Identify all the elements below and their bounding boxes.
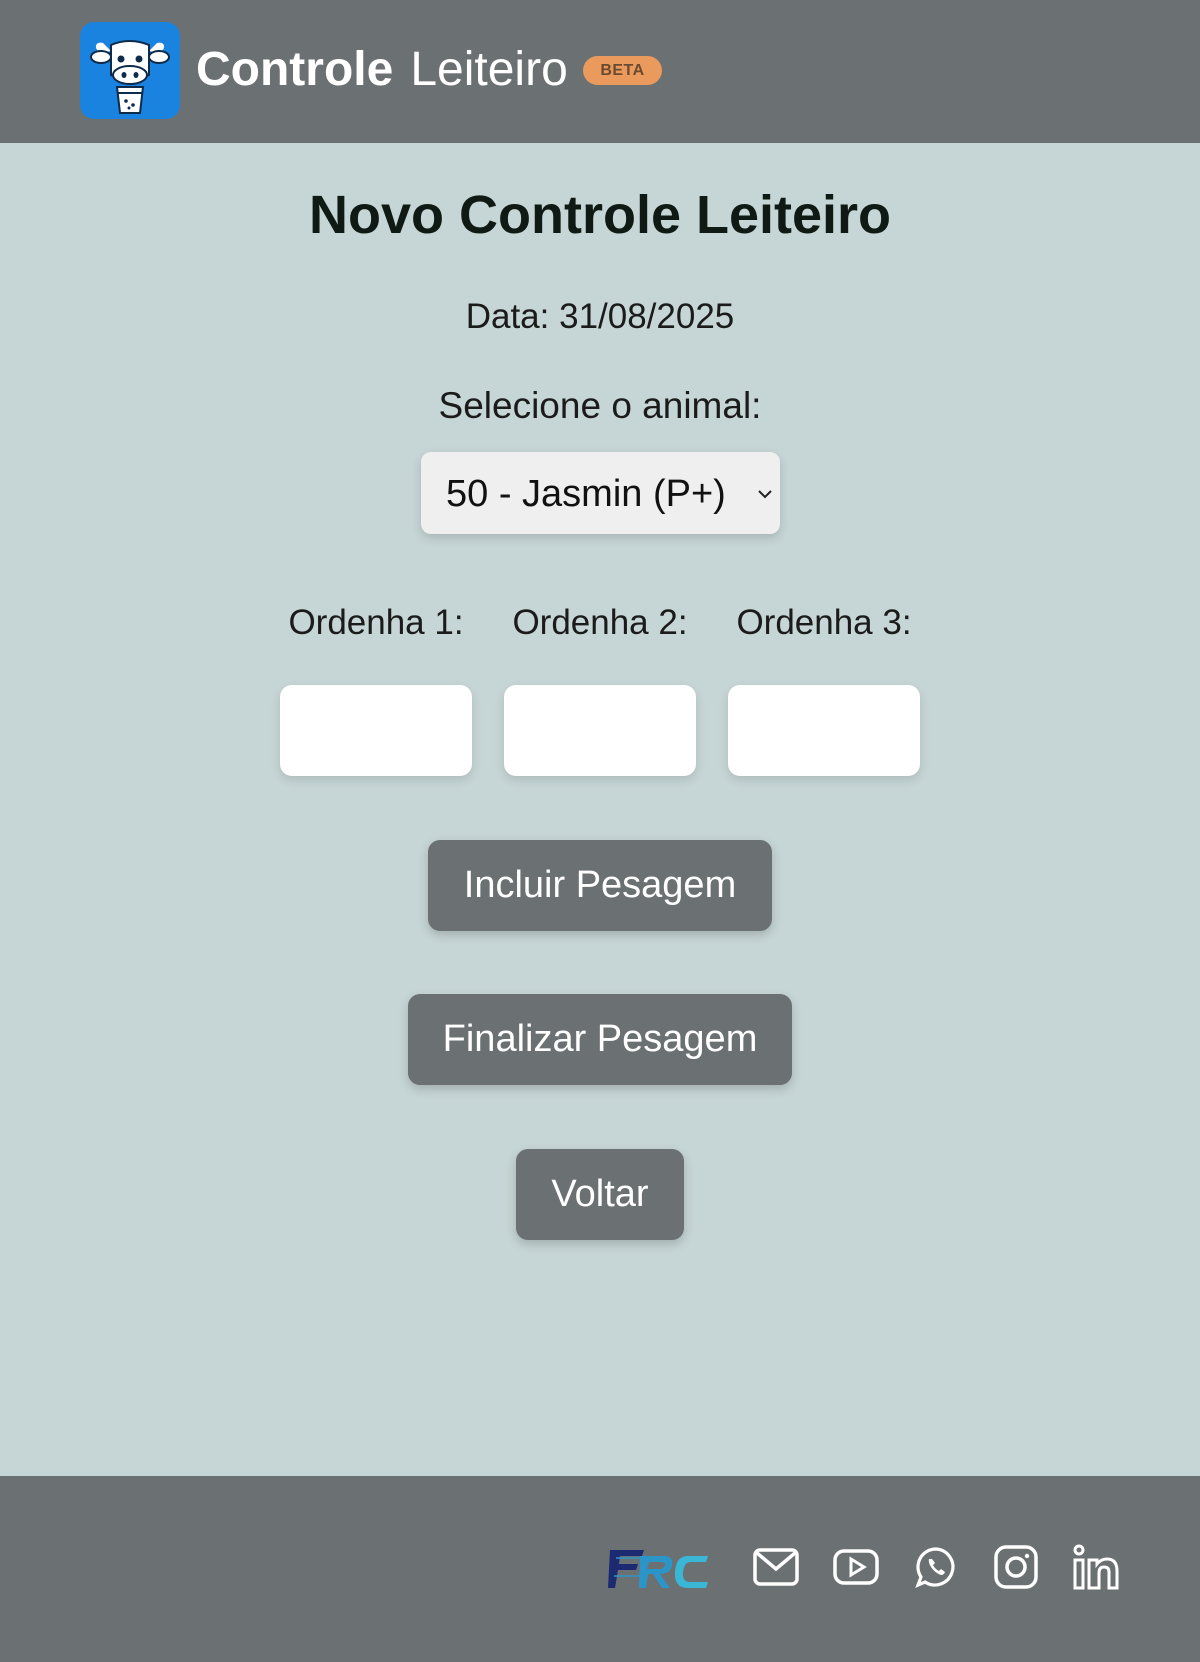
animal-select[interactable]: 50 - Jasmin (P+) — [421, 452, 780, 534]
ordenha-1-label: Ordenha 1: — [288, 603, 464, 642]
incluir-pesagem-button[interactable]: Incluir Pesagem — [428, 840, 772, 931]
animal-select-value: 50 - Jasmin (P+) — [446, 473, 726, 515]
page-footer — [0, 1476, 1200, 1662]
ordenha-3-label: Ordenha 3: — [736, 603, 912, 642]
voltar-button[interactable]: Voltar — [516, 1149, 684, 1240]
ordenha-3-input[interactable] — [728, 685, 920, 776]
brand-name-bold: Controle — [196, 43, 394, 96]
whatsapp-icon[interactable] — [912, 1543, 960, 1591]
brand-name-light: Leiteiro — [410, 43, 568, 96]
chevron-down-icon — [758, 490, 772, 499]
instagram-icon[interactable] — [992, 1543, 1040, 1591]
date-label: Data: 31/08/2025 — [465, 297, 735, 336]
cow-milk-icon[interactable] — [80, 22, 180, 119]
animal-select-label: Selecione o animal: — [438, 385, 762, 426]
youtube-icon[interactable] — [832, 1543, 880, 1591]
top-header: Controle Leiteiro BETA — [0, 0, 1200, 143]
page-title: Novo Controle Leiteiro — [308, 185, 892, 245]
linkedin-icon[interactable] — [1072, 1543, 1120, 1591]
ordenha-2-input[interactable] — [504, 685, 696, 776]
mail-icon[interactable] — [752, 1543, 800, 1591]
app-brand[interactable]: Controle Leiteiro — [196, 40, 568, 100]
ordenha-1-input[interactable] — [280, 685, 472, 776]
beta-badge: BETA — [583, 56, 662, 85]
frc-logo[interactable] — [608, 1546, 712, 1592]
finalizar-pesagem-button[interactable]: Finalizar Pesagem — [408, 994, 792, 1085]
ordenha-2-label: Ordenha 2: — [512, 603, 688, 642]
